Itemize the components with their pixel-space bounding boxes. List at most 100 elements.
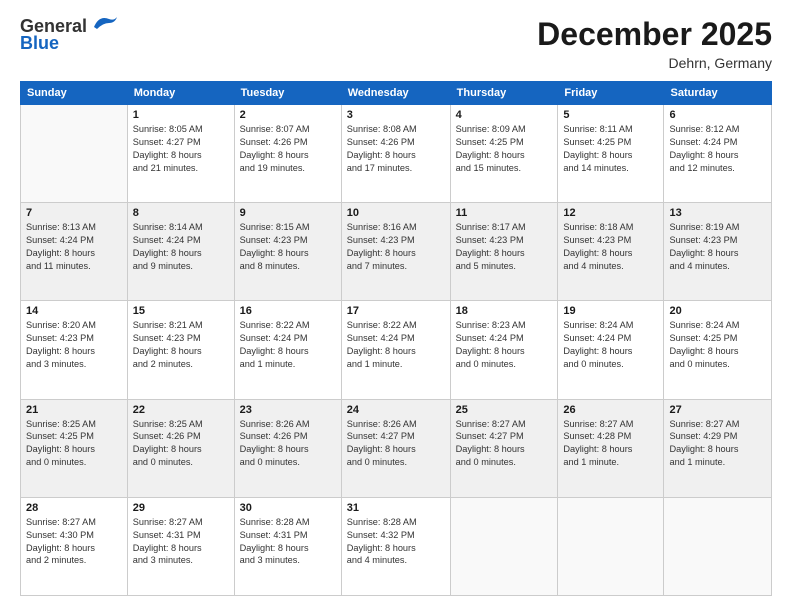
title-block: December 2025 Dehrn, Germany	[537, 16, 772, 71]
day-number: 21	[26, 404, 122, 416]
day-detail: Sunrise: 8:08 AM Sunset: 4:26 PM Dayligh…	[347, 123, 445, 175]
day-detail: Sunrise: 8:11 AM Sunset: 4:25 PM Dayligh…	[563, 123, 658, 175]
calendar-week-row: 21 Sunrise: 8:25 AM Sunset: 4:25 PM Dayli…	[21, 399, 772, 497]
table-row: 26 Sunrise: 8:27 AM Sunset: 4:28 PM Dayli…	[558, 399, 664, 497]
day-number: 11	[456, 207, 553, 219]
day-number: 22	[133, 404, 229, 416]
table-row: 11 Sunrise: 8:17 AM Sunset: 4:23 PM Dayli…	[450, 203, 558, 301]
month-title: December 2025	[537, 16, 772, 53]
day-number: 27	[669, 404, 766, 416]
day-detail: Sunrise: 8:21 AM Sunset: 4:23 PM Dayligh…	[133, 319, 229, 371]
col-tuesday: Tuesday	[234, 82, 341, 105]
day-detail: Sunrise: 8:27 AM Sunset: 4:30 PM Dayligh…	[26, 516, 122, 568]
table-row: 3 Sunrise: 8:08 AM Sunset: 4:26 PM Daylig…	[341, 105, 450, 203]
day-detail: Sunrise: 8:20 AM Sunset: 4:23 PM Dayligh…	[26, 319, 122, 371]
day-detail: Sunrise: 8:27 AM Sunset: 4:28 PM Dayligh…	[563, 418, 658, 470]
table-row	[450, 497, 558, 595]
day-detail: Sunrise: 8:09 AM Sunset: 4:25 PM Dayligh…	[456, 123, 553, 175]
table-row	[21, 105, 128, 203]
table-row	[664, 497, 772, 595]
day-detail: Sunrise: 8:13 AM Sunset: 4:24 PM Dayligh…	[26, 221, 122, 273]
day-detail: Sunrise: 8:22 AM Sunset: 4:24 PM Dayligh…	[347, 319, 445, 371]
day-detail: Sunrise: 8:15 AM Sunset: 4:23 PM Dayligh…	[240, 221, 336, 273]
day-detail: Sunrise: 8:05 AM Sunset: 4:27 PM Dayligh…	[133, 123, 229, 175]
day-number: 18	[456, 305, 553, 317]
col-thursday: Thursday	[450, 82, 558, 105]
day-number: 4	[456, 109, 553, 121]
table-row: 22 Sunrise: 8:25 AM Sunset: 4:26 PM Dayli…	[127, 399, 234, 497]
table-row: 4 Sunrise: 8:09 AM Sunset: 4:25 PM Daylig…	[450, 105, 558, 203]
calendar-week-row: 7 Sunrise: 8:13 AM Sunset: 4:24 PM Daylig…	[21, 203, 772, 301]
day-number: 2	[240, 109, 336, 121]
calendar-week-row: 14 Sunrise: 8:20 AM Sunset: 4:23 PM Dayli…	[21, 301, 772, 399]
day-detail: Sunrise: 8:16 AM Sunset: 4:23 PM Dayligh…	[347, 221, 445, 273]
col-saturday: Saturday	[664, 82, 772, 105]
calendar-week-row: 1 Sunrise: 8:05 AM Sunset: 4:27 PM Daylig…	[21, 105, 772, 203]
day-detail: Sunrise: 8:27 AM Sunset: 4:31 PM Dayligh…	[133, 516, 229, 568]
table-row: 13 Sunrise: 8:19 AM Sunset: 4:23 PM Dayli…	[664, 203, 772, 301]
col-wednesday: Wednesday	[341, 82, 450, 105]
table-row: 10 Sunrise: 8:16 AM Sunset: 4:23 PM Dayli…	[341, 203, 450, 301]
table-row: 6 Sunrise: 8:12 AM Sunset: 4:24 PM Daylig…	[664, 105, 772, 203]
day-detail: Sunrise: 8:18 AM Sunset: 4:23 PM Dayligh…	[563, 221, 658, 273]
day-detail: Sunrise: 8:28 AM Sunset: 4:32 PM Dayligh…	[347, 516, 445, 568]
table-row: 9Sunrise: 8:15 AM Sunset: 4:23 PM Daylig…	[234, 203, 341, 301]
table-row: 14 Sunrise: 8:20 AM Sunset: 4:23 PM Dayli…	[21, 301, 128, 399]
table-row: 23 Sunrise: 8:26 AM Sunset: 4:26 PM Dayli…	[234, 399, 341, 497]
table-row: 16Sunrise: 8:22 AM Sunset: 4:24 PM Dayli…	[234, 301, 341, 399]
day-number: 6	[669, 109, 766, 121]
table-row: 2 Sunrise: 8:07 AM Sunset: 4:26 PM Daylig…	[234, 105, 341, 203]
location-subtitle: Dehrn, Germany	[537, 55, 772, 71]
day-detail: Sunrise: 8:07 AM Sunset: 4:26 PM Dayligh…	[240, 123, 336, 175]
day-number: 1	[133, 109, 229, 121]
day-detail: Sunrise: 8:14 AM Sunset: 4:24 PM Dayligh…	[133, 221, 229, 273]
day-number: 19	[563, 305, 658, 317]
day-number: 24	[347, 404, 445, 416]
day-number: 23	[240, 404, 336, 416]
table-row: 7 Sunrise: 8:13 AM Sunset: 4:24 PM Daylig…	[21, 203, 128, 301]
table-row: 1 Sunrise: 8:05 AM Sunset: 4:27 PM Daylig…	[127, 105, 234, 203]
table-row: 24 Sunrise: 8:26 AM Sunset: 4:27 PM Dayli…	[341, 399, 450, 497]
day-detail: Sunrise: 8:26 AM Sunset: 4:26 PM Dayligh…	[240, 418, 336, 470]
day-number: 14	[26, 305, 122, 317]
day-number: 26	[563, 404, 658, 416]
table-row: 21 Sunrise: 8:25 AM Sunset: 4:25 PM Dayli…	[21, 399, 128, 497]
table-row: 19Sunrise: 8:24 AM Sunset: 4:24 PM Dayli…	[558, 301, 664, 399]
day-detail: Sunrise: 8:19 AM Sunset: 4:23 PM Dayligh…	[669, 221, 766, 273]
day-detail: Sunrise: 8:25 AM Sunset: 4:25 PM Dayligh…	[26, 418, 122, 470]
day-number: 28	[26, 502, 122, 514]
day-detail: Sunrise: 8:12 AM Sunset: 4:24 PM Dayligh…	[669, 123, 766, 175]
table-row: 20 Sunrise: 8:24 AM Sunset: 4:25 PM Dayli…	[664, 301, 772, 399]
table-row: 5Sunrise: 8:11 AM Sunset: 4:25 PM Daylig…	[558, 105, 664, 203]
logo: General Blue	[20, 16, 119, 54]
page: General Blue December 2025 Dehrn, German…	[0, 0, 792, 612]
table-row: 12Sunrise: 8:18 AM Sunset: 4:23 PM Dayli…	[558, 203, 664, 301]
logo-blue: Blue	[20, 33, 59, 54]
day-number: 17	[347, 305, 445, 317]
table-row: 18 Sunrise: 8:23 AM Sunset: 4:24 PM Dayli…	[450, 301, 558, 399]
day-number: 3	[347, 109, 445, 121]
calendar-week-row: 28 Sunrise: 8:27 AM Sunset: 4:30 PM Dayli…	[21, 497, 772, 595]
day-detail: Sunrise: 8:24 AM Sunset: 4:25 PM Dayligh…	[669, 319, 766, 371]
day-detail: Sunrise: 8:27 AM Sunset: 4:27 PM Dayligh…	[456, 418, 553, 470]
header: General Blue December 2025 Dehrn, German…	[20, 16, 772, 71]
table-row: 15 Sunrise: 8:21 AM Sunset: 4:23 PM Dayli…	[127, 301, 234, 399]
day-number: 8	[133, 207, 229, 219]
col-monday: Monday	[127, 82, 234, 105]
day-number: 31	[347, 502, 445, 514]
day-detail: Sunrise: 8:17 AM Sunset: 4:23 PM Dayligh…	[456, 221, 553, 273]
day-detail: Sunrise: 8:25 AM Sunset: 4:26 PM Dayligh…	[133, 418, 229, 470]
day-number: 13	[669, 207, 766, 219]
day-number: 20	[669, 305, 766, 317]
day-number: 10	[347, 207, 445, 219]
table-row: 17 Sunrise: 8:22 AM Sunset: 4:24 PM Dayli…	[341, 301, 450, 399]
table-row: 29Sunrise: 8:27 AM Sunset: 4:31 PM Dayli…	[127, 497, 234, 595]
day-detail: Sunrise: 8:26 AM Sunset: 4:27 PM Dayligh…	[347, 418, 445, 470]
day-detail: Sunrise: 8:23 AM Sunset: 4:24 PM Dayligh…	[456, 319, 553, 371]
day-number: 16	[240, 305, 336, 317]
day-number: 15	[133, 305, 229, 317]
col-friday: Friday	[558, 82, 664, 105]
day-number: 25	[456, 404, 553, 416]
table-row: 8 Sunrise: 8:14 AM Sunset: 4:24 PM Daylig…	[127, 203, 234, 301]
day-number: 7	[26, 207, 122, 219]
